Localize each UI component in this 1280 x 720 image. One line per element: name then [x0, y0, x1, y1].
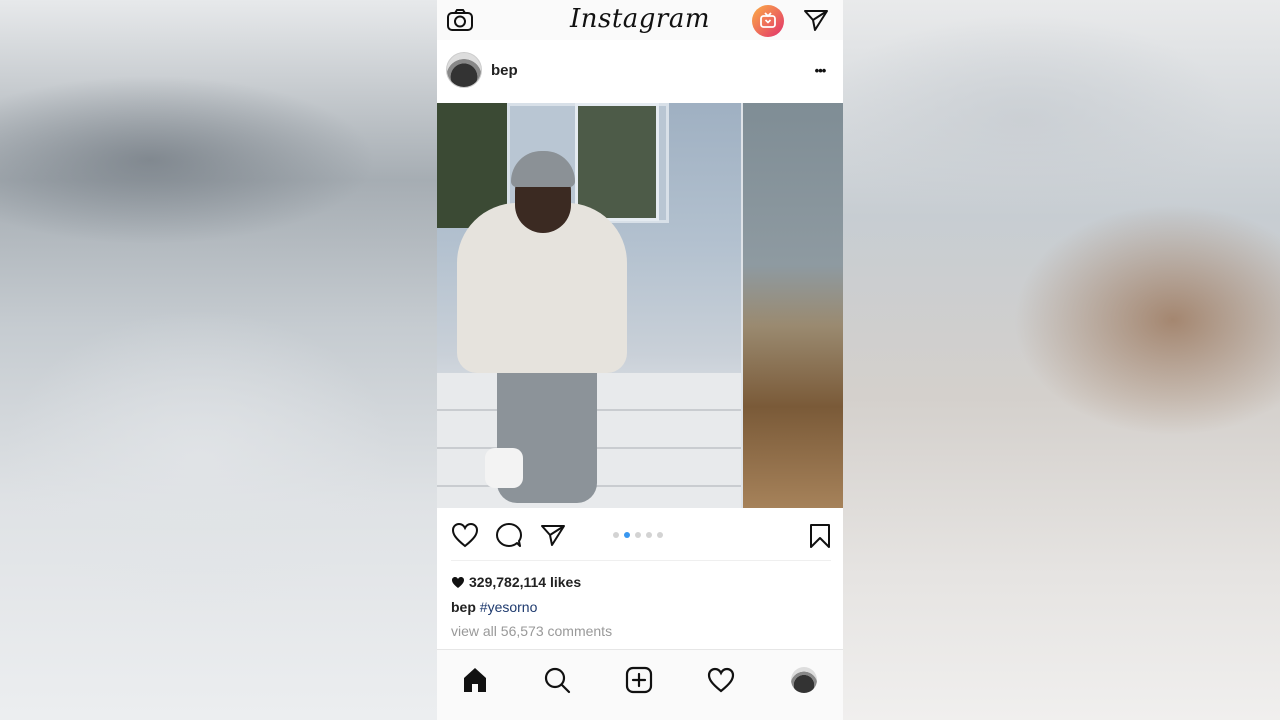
igtv-icon[interactable] — [752, 5, 784, 37]
search-icon[interactable] — [541, 664, 573, 696]
caption-username[interactable]: bep — [451, 599, 476, 615]
new-post-icon[interactable] — [623, 664, 655, 696]
post-header: bep ••• — [437, 46, 843, 98]
home-icon[interactable] — [459, 664, 491, 696]
carousel-dot — [613, 532, 619, 538]
post-actions — [437, 508, 843, 560]
carousel-dot — [646, 532, 652, 538]
share-icon[interactable] — [539, 521, 567, 549]
carousel-dot — [624, 532, 630, 538]
window-right — [575, 103, 659, 221]
more-options-icon[interactable]: ••• — [807, 60, 833, 80]
carousel-slide-next[interactable] — [743, 103, 843, 508]
blurred-background-right — [843, 0, 1280, 720]
likes-count[interactable]: 329,782,114 likes — [451, 574, 581, 590]
activity-icon[interactable] — [705, 664, 737, 696]
post-username[interactable]: bep — [491, 62, 518, 79]
caption-hashtag[interactable]: #yesorno — [480, 599, 538, 615]
avatar[interactable] — [446, 52, 482, 88]
carousel-slide-current[interactable] — [437, 103, 741, 508]
profile-avatar — [791, 667, 817, 693]
carousel-dot — [657, 532, 663, 538]
phone-screen: Instagram bep ••• 329,782,114 likes bep … — [437, 0, 843, 720]
carousel-dot — [635, 532, 641, 538]
bottom-tab-bar — [437, 649, 843, 720]
like-icon[interactable] — [451, 521, 479, 549]
profile-icon[interactable] — [788, 664, 820, 696]
comment-icon[interactable] — [495, 521, 523, 549]
blurred-background-left — [0, 0, 437, 720]
more-options-label: ••• — [814, 62, 827, 78]
direct-message-icon[interactable] — [801, 6, 831, 34]
top-bar: Instagram — [437, 0, 843, 40]
heart-icon — [452, 576, 464, 588]
post-media-carousel[interactable] — [437, 103, 843, 508]
person-shoe — [485, 448, 523, 488]
view-comments-link[interactable]: view all 56,573 comments — [451, 623, 612, 639]
post-caption: bep #yesorno — [451, 599, 537, 615]
carousel-indicator — [613, 532, 663, 538]
bookmark-icon[interactable] — [807, 522, 833, 550]
likes-text: 329,782,114 likes — [469, 574, 582, 590]
divider — [451, 560, 831, 561]
